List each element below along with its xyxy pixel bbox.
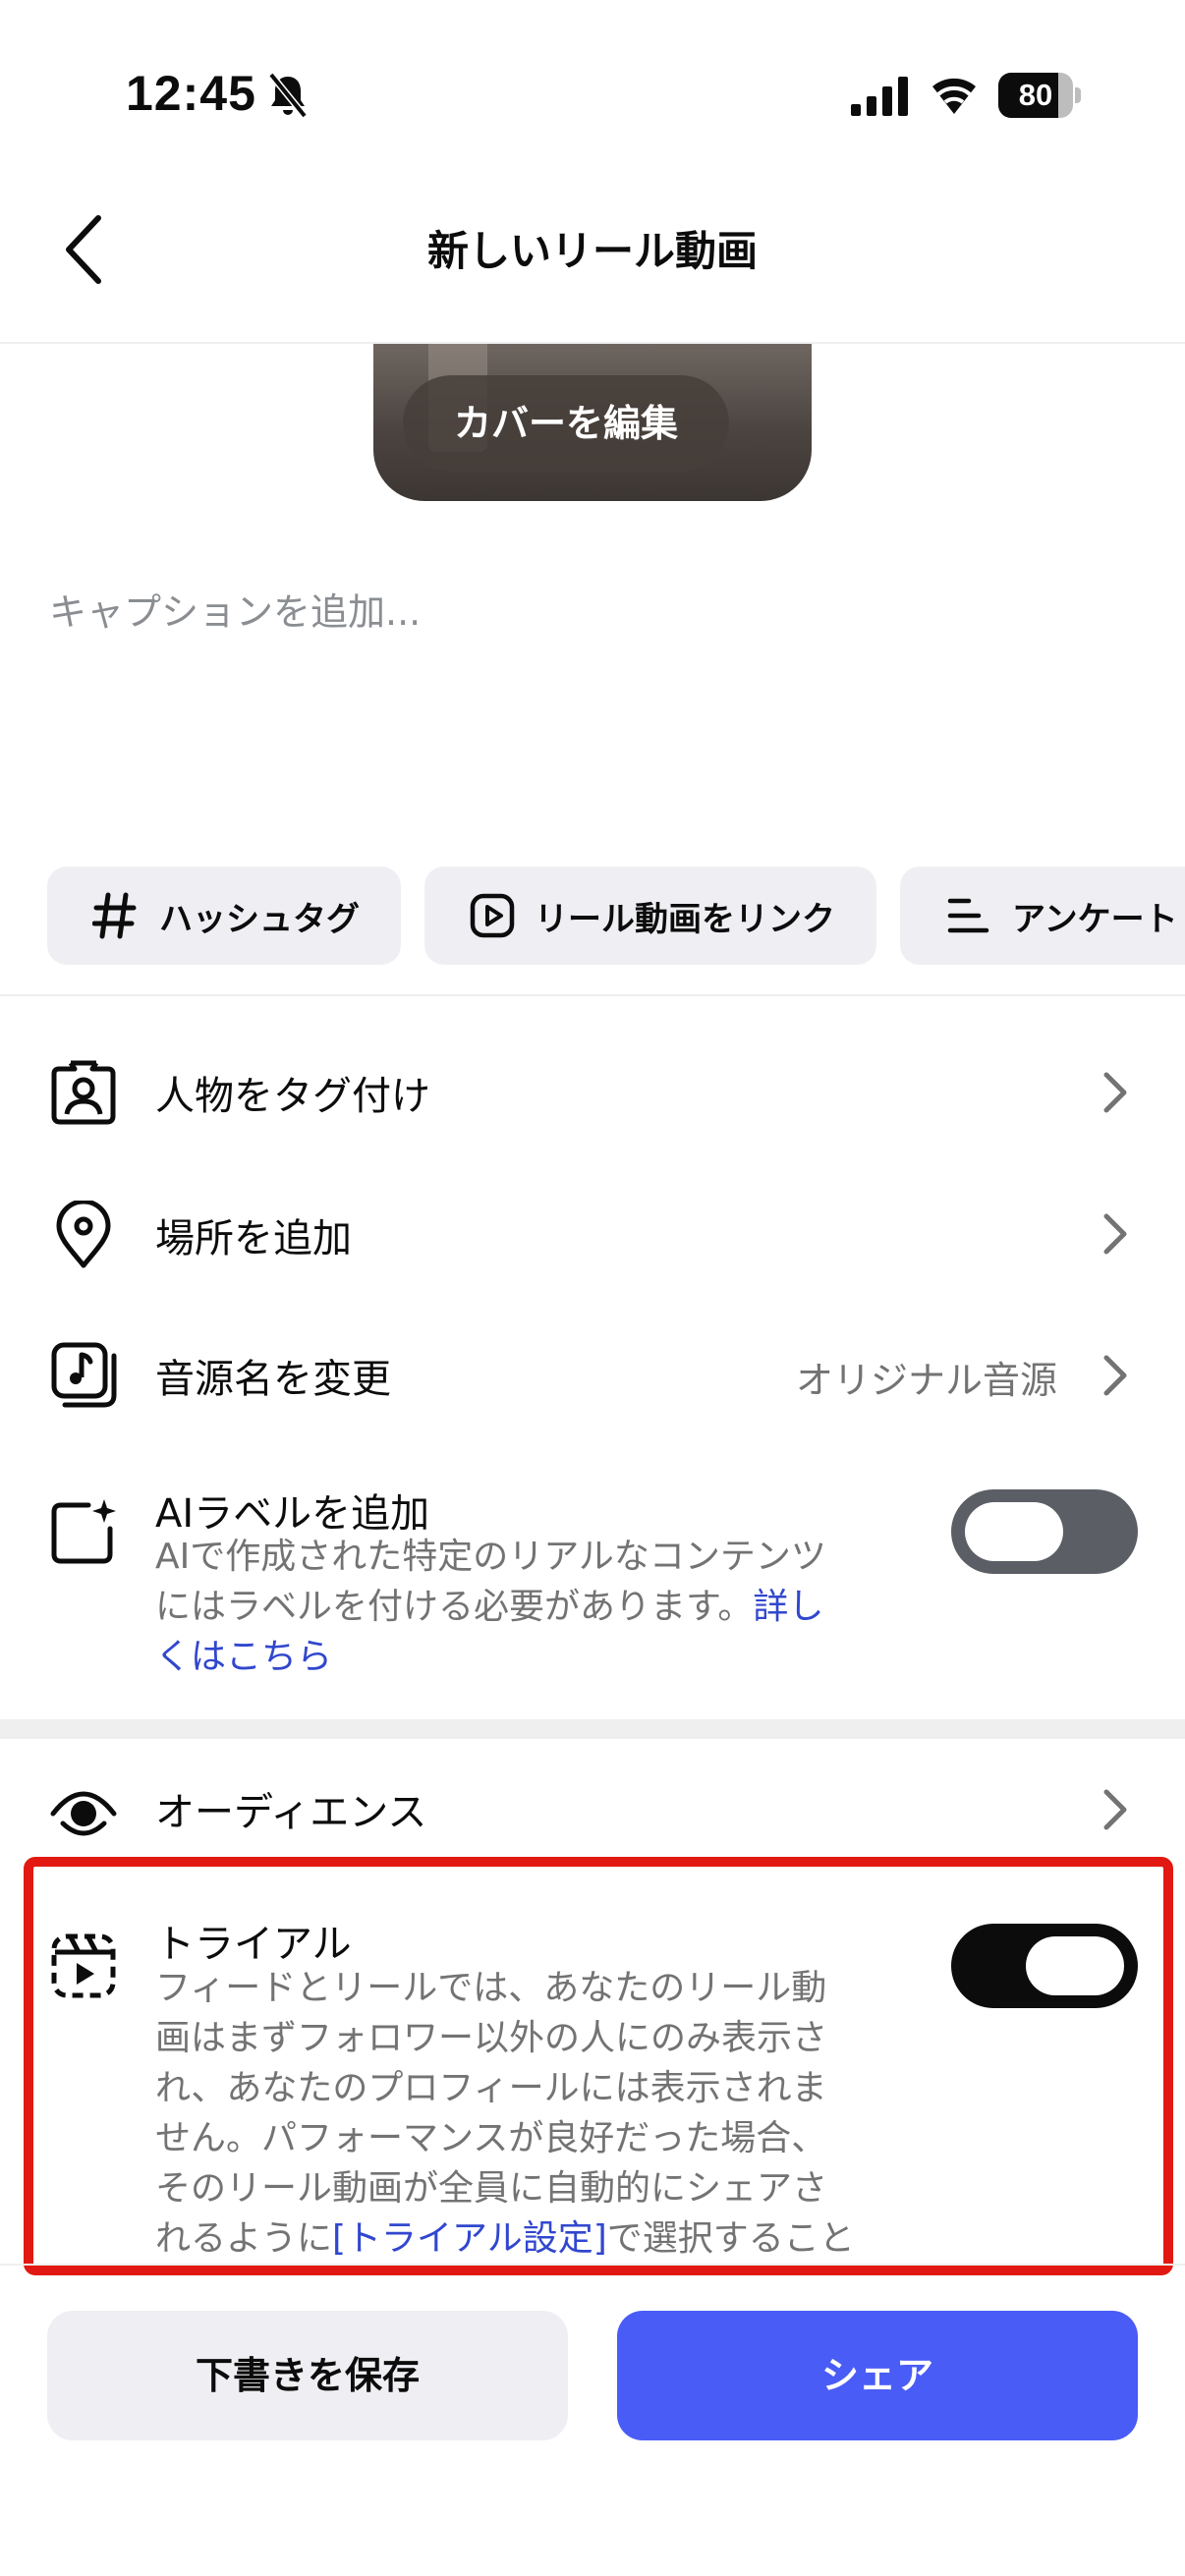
share-button[interactable]: シェア <box>617 2311 1138 2440</box>
ai-label-title: AIラベルを追加 <box>155 1491 430 1537</box>
battery-indicator: 80 <box>998 73 1081 118</box>
audio-name-value: オリジナル音源 <box>796 1359 1058 1402</box>
audience-eye-icon <box>50 1791 117 1836</box>
music-note-icon <box>51 1342 117 1408</box>
row-add-location-label: 場所を追加 <box>155 1216 352 1261</box>
row-audience-label: オーディエンス <box>155 1790 427 1835</box>
status-time: 12:45 <box>126 66 256 121</box>
divider <box>0 2264 1185 2266</box>
highlight-box <box>24 1857 1173 2275</box>
caption-input[interactable]: キャプションを追加... <box>49 582 421 636</box>
reel-link-icon <box>470 893 515 938</box>
chevron-right-icon <box>1103 1072 1127 1113</box>
ai-label-description: AIで作成された特定のリアルなコンテンツ にはラベルを付ける必要があります。詳し… <box>155 1532 902 1682</box>
ai-sparkle-icon <box>51 1499 116 1564</box>
learn-more-link[interactable]: 詳し <box>753 1587 823 1627</box>
chip-link-reel-label: リール動画をリンク <box>535 899 835 939</box>
learn-more-link-cont[interactable]: くはこちら <box>155 1637 332 1677</box>
section-divider <box>0 1719 1185 1739</box>
row-tag-people-label: 人物をタグ付け <box>155 1074 430 1119</box>
chevron-right-icon <box>1103 1789 1127 1830</box>
hash-icon <box>92 892 137 939</box>
tag-person-icon <box>51 1060 116 1125</box>
wifi-icon <box>932 78 976 114</box>
silent-bell-icon <box>268 72 308 119</box>
chip-link-reel[interactable]: リール動画をリンク <box>424 867 876 965</box>
chip-hashtag[interactable]: ハッシュタグ <box>47 867 401 965</box>
chevron-right-icon <box>1103 1213 1127 1255</box>
location-pin-icon <box>56 1201 111 1268</box>
chevron-right-icon <box>1103 1355 1127 1396</box>
poll-icon <box>947 898 989 933</box>
edit-cover-button[interactable]: カバーを編集 <box>403 375 729 472</box>
chip-poll[interactable]: アンケート <box>900 867 1185 965</box>
page-title: 新しいリール動画 <box>426 227 758 275</box>
battery-percent: 80 <box>1018 78 1053 112</box>
ai-label-desc-line1: AIで作成された特定のリアルなコンテンツ <box>155 1537 826 1577</box>
row-rename-audio-label: 音源名を変更 <box>155 1357 391 1402</box>
save-draft-button[interactable]: 下書きを保存 <box>47 2311 568 2440</box>
ai-label-desc-line2: にはラベルを付ける必要があります。 <box>155 1587 754 1627</box>
cellular-signal-icon <box>851 77 908 116</box>
chip-hashtag-label: ハッシュタグ <box>159 899 360 939</box>
ai-label-toggle[interactable] <box>951 1489 1138 1574</box>
divider <box>0 994 1185 996</box>
chip-poll-label: アンケート <box>1012 899 1178 939</box>
